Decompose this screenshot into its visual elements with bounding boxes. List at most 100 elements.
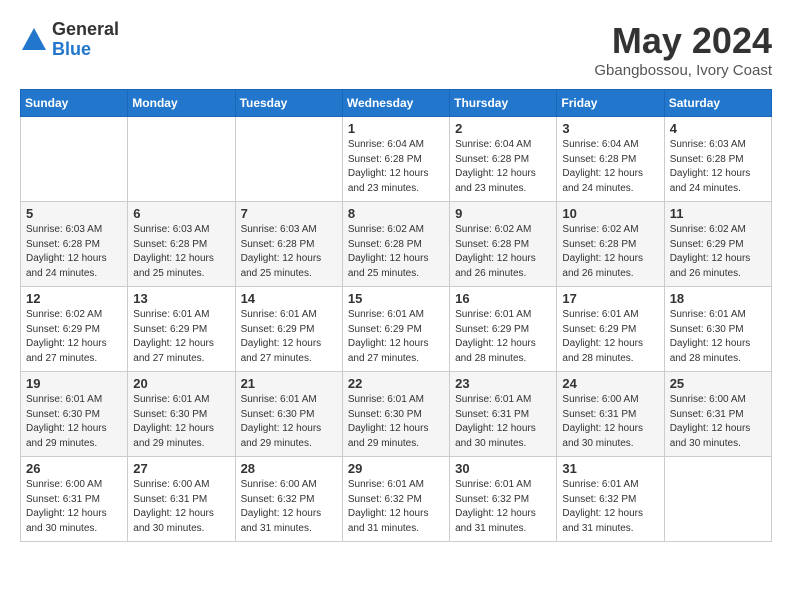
month-year-title: May 2024 [594, 20, 772, 62]
day-number: 26 [26, 461, 122, 476]
day-info: Sunrise: 6:01 AM Sunset: 6:31 PM Dayligh… [455, 393, 551, 451]
calendar-cell: 2 Sunrise: 6:04 AM Sunset: 6:28 PM Daylig… [450, 117, 557, 202]
calendar-cell: 8 Sunrise: 6:02 AM Sunset: 6:28 PM Daylig… [342, 202, 449, 287]
day-number: 23 [455, 376, 551, 391]
day-info: Sunrise: 6:01 AM Sunset: 6:32 PM Dayligh… [455, 478, 551, 536]
day-info: Sunrise: 6:00 AM Sunset: 6:31 PM Dayligh… [670, 393, 766, 451]
day-info: Sunrise: 6:01 AM Sunset: 6:29 PM Dayligh… [133, 308, 229, 366]
day-of-week-header: Saturday [664, 90, 771, 117]
calendar-cell: 3 Sunrise: 6:04 AM Sunset: 6:28 PM Daylig… [557, 117, 664, 202]
day-number: 21 [241, 376, 337, 391]
calendar-cell: 20Sunrise: 6:01 AM Sunset: 6:30 PM Dayli… [128, 372, 235, 457]
calendar-week-row: 5 Sunrise: 6:03 AM Sunset: 6:28 PM Daylig… [21, 202, 772, 287]
day-info: Sunrise: 6:02 AM Sunset: 6:28 PM Dayligh… [348, 223, 444, 281]
calendar-cell [235, 117, 342, 202]
day-number: 4 [670, 121, 766, 136]
title-block: May 2024 Gbangbossou, Ivory Coast [594, 20, 772, 79]
day-of-week-header: Thursday [450, 90, 557, 117]
day-of-week-header: Sunday [21, 90, 128, 117]
calendar-cell: 22 Sunrise: 6:01 AM Sunset: 6:30 PM Dayli… [342, 372, 449, 457]
day-info: Sunrise: 6:03 AM Sunset: 6:28 PM Dayligh… [26, 223, 122, 281]
day-number: 31 [562, 461, 658, 476]
days-of-week-row: SundayMondayTuesdayWednesdayThursdayFrid… [21, 90, 772, 117]
calendar-cell: 14 Sunrise: 6:01 AM Sunset: 6:29 PM Dayli… [235, 287, 342, 372]
calendar-body: 1 Sunrise: 6:04 AM Sunset: 6:28 PM Daylig… [21, 117, 772, 542]
day-number: 10 [562, 206, 658, 221]
calendar-cell: 12Sunrise: 6:02 AM Sunset: 6:29 PM Dayli… [21, 287, 128, 372]
calendar-cell [128, 117, 235, 202]
day-number: 1 [348, 121, 444, 136]
calendar-week-row: 1 Sunrise: 6:04 AM Sunset: 6:28 PM Daylig… [21, 117, 772, 202]
day-number: 30 [455, 461, 551, 476]
day-number: 22 [348, 376, 444, 391]
location-subtitle: Gbangbossou, Ivory Coast [594, 62, 772, 79]
day-number: 2 [455, 121, 551, 136]
calendar-cell: 27 Sunrise: 6:00 AM Sunset: 6:31 PM Dayli… [128, 457, 235, 542]
day-info: Sunrise: 6:01 AM Sunset: 6:32 PM Dayligh… [562, 478, 658, 536]
day-info: Sunrise: 6:03 AM Sunset: 6:28 PM Dayligh… [241, 223, 337, 281]
day-info: Sunrise: 6:00 AM Sunset: 6:31 PM Dayligh… [26, 478, 122, 536]
calendar-cell: 29Sunrise: 6:01 AM Sunset: 6:32 PM Dayli… [342, 457, 449, 542]
calendar-cell: 5 Sunrise: 6:03 AM Sunset: 6:28 PM Daylig… [21, 202, 128, 287]
calendar-week-row: 26 Sunrise: 6:00 AM Sunset: 6:31 PM Dayli… [21, 457, 772, 542]
day-info: Sunrise: 6:01 AM Sunset: 6:29 PM Dayligh… [241, 308, 337, 366]
day-number: 3 [562, 121, 658, 136]
calendar-cell: 19 Sunrise: 6:01 AM Sunset: 6:30 PM Dayli… [21, 372, 128, 457]
day-info: Sunrise: 6:02 AM Sunset: 6:28 PM Dayligh… [562, 223, 658, 281]
logo-text: General Blue [52, 20, 119, 60]
calendar-cell: 28Sunrise: 6:00 AM Sunset: 6:32 PM Dayli… [235, 457, 342, 542]
day-info: Sunrise: 6:02 AM Sunset: 6:28 PM Dayligh… [455, 223, 551, 281]
day-of-week-header: Monday [128, 90, 235, 117]
day-info: Sunrise: 6:01 AM Sunset: 6:30 PM Dayligh… [26, 393, 122, 451]
day-number: 9 [455, 206, 551, 221]
day-info: Sunrise: 6:01 AM Sunset: 6:30 PM Dayligh… [670, 308, 766, 366]
day-number: 27 [133, 461, 229, 476]
day-info: Sunrise: 6:01 AM Sunset: 6:29 PM Dayligh… [348, 308, 444, 366]
calendar-cell [664, 457, 771, 542]
logo-blue: Blue [52, 40, 119, 60]
day-info: Sunrise: 6:04 AM Sunset: 6:28 PM Dayligh… [348, 138, 444, 196]
day-number: 13 [133, 291, 229, 306]
day-number: 16 [455, 291, 551, 306]
day-info: Sunrise: 6:00 AM Sunset: 6:32 PM Dayligh… [241, 478, 337, 536]
day-number: 14 [241, 291, 337, 306]
day-info: Sunrise: 6:01 AM Sunset: 6:29 PM Dayligh… [455, 308, 551, 366]
calendar-cell: 7Sunrise: 6:03 AM Sunset: 6:28 PM Daylig… [235, 202, 342, 287]
day-info: Sunrise: 6:01 AM Sunset: 6:29 PM Dayligh… [562, 308, 658, 366]
calendar-cell: 23 Sunrise: 6:01 AM Sunset: 6:31 PM Dayli… [450, 372, 557, 457]
calendar-cell: 30 Sunrise: 6:01 AM Sunset: 6:32 PM Dayli… [450, 457, 557, 542]
day-number: 17 [562, 291, 658, 306]
day-info: Sunrise: 6:03 AM Sunset: 6:28 PM Dayligh… [133, 223, 229, 281]
day-number: 24 [562, 376, 658, 391]
calendar-week-row: 12Sunrise: 6:02 AM Sunset: 6:29 PM Dayli… [21, 287, 772, 372]
calendar-cell: 31 Sunrise: 6:01 AM Sunset: 6:32 PM Dayli… [557, 457, 664, 542]
calendar-cell: 17 Sunrise: 6:01 AM Sunset: 6:29 PM Dayli… [557, 287, 664, 372]
day-number: 19 [26, 376, 122, 391]
calendar-cell: 25Sunrise: 6:00 AM Sunset: 6:31 PM Dayli… [664, 372, 771, 457]
day-number: 5 [26, 206, 122, 221]
calendar-cell: 9 Sunrise: 6:02 AM Sunset: 6:28 PM Daylig… [450, 202, 557, 287]
day-info: Sunrise: 6:04 AM Sunset: 6:28 PM Dayligh… [562, 138, 658, 196]
day-info: Sunrise: 6:00 AM Sunset: 6:31 PM Dayligh… [133, 478, 229, 536]
calendar-cell: 1 Sunrise: 6:04 AM Sunset: 6:28 PM Daylig… [342, 117, 449, 202]
calendar-cell: 15Sunrise: 6:01 AM Sunset: 6:29 PM Dayli… [342, 287, 449, 372]
calendar-cell: 13 Sunrise: 6:01 AM Sunset: 6:29 PM Dayli… [128, 287, 235, 372]
day-info: Sunrise: 6:04 AM Sunset: 6:28 PM Dayligh… [455, 138, 551, 196]
calendar-cell: 11Sunrise: 6:02 AM Sunset: 6:29 PM Dayli… [664, 202, 771, 287]
day-info: Sunrise: 6:01 AM Sunset: 6:30 PM Dayligh… [348, 393, 444, 451]
day-number: 18 [670, 291, 766, 306]
logo-general: General [52, 20, 119, 40]
day-of-week-header: Friday [557, 90, 664, 117]
day-number: 6 [133, 206, 229, 221]
calendar-week-row: 19 Sunrise: 6:01 AM Sunset: 6:30 PM Dayli… [21, 372, 772, 457]
day-number: 8 [348, 206, 444, 221]
day-info: Sunrise: 6:01 AM Sunset: 6:32 PM Dayligh… [348, 478, 444, 536]
day-of-week-header: Tuesday [235, 90, 342, 117]
calendar-table: SundayMondayTuesdayWednesdayThursdayFrid… [20, 89, 772, 542]
day-info: Sunrise: 6:01 AM Sunset: 6:30 PM Dayligh… [241, 393, 337, 451]
page-header: General Blue May 2024 Gbangbossou, Ivory… [20, 20, 772, 79]
day-info: Sunrise: 6:02 AM Sunset: 6:29 PM Dayligh… [26, 308, 122, 366]
day-info: Sunrise: 6:03 AM Sunset: 6:28 PM Dayligh… [670, 138, 766, 196]
calendar-cell: 24Sunrise: 6:00 AM Sunset: 6:31 PM Dayli… [557, 372, 664, 457]
calendar-cell: 16 Sunrise: 6:01 AM Sunset: 6:29 PM Dayli… [450, 287, 557, 372]
